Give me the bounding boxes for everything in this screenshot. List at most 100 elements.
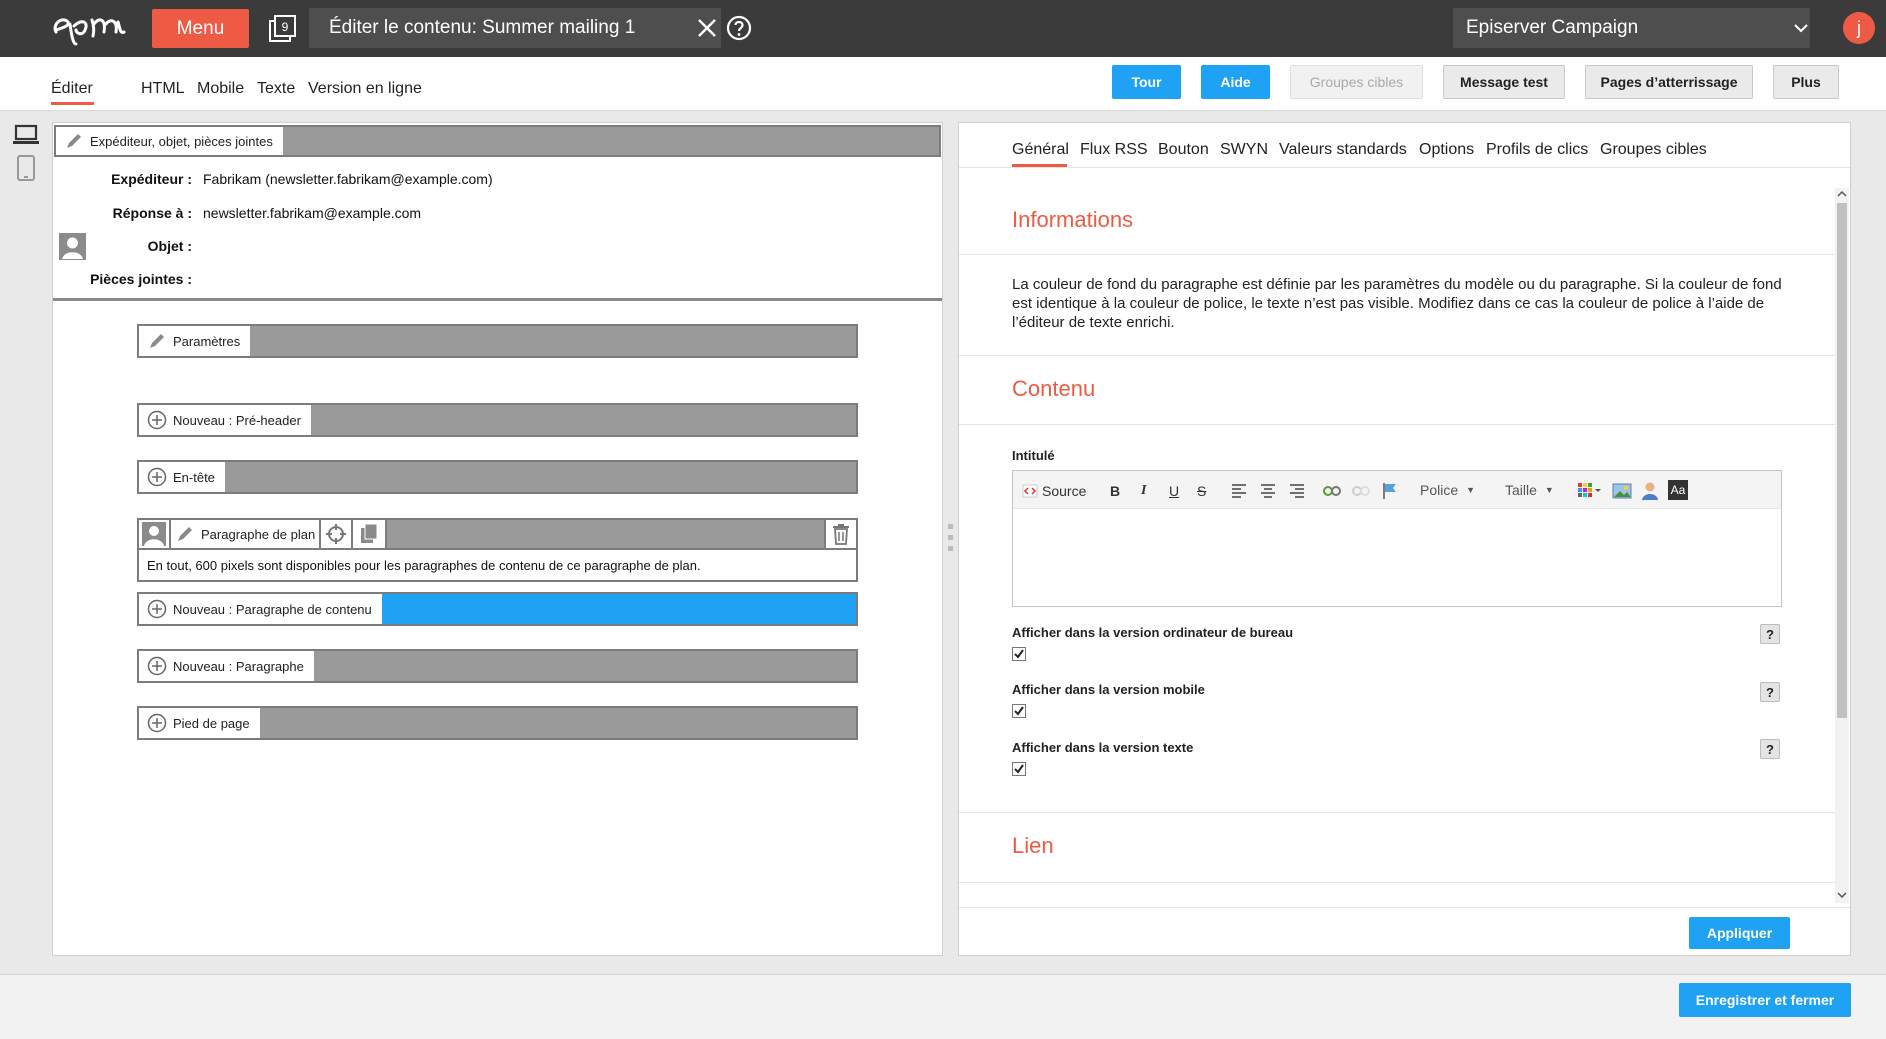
unlink-icon[interactable] xyxy=(1352,483,1370,499)
mode-tab-html[interactable]: HTML xyxy=(141,80,185,98)
section-divider xyxy=(959,424,1835,425)
scrollbar-thumb[interactable] xyxy=(1837,203,1847,718)
caret-down-icon: ▼ xyxy=(1466,485,1476,495)
block-preheader[interactable]: Nouveau : Pré-header xyxy=(137,403,858,437)
personalize-user-icon[interactable] xyxy=(1641,481,1659,501)
rte-font-style-button[interactable]: Aa xyxy=(1668,480,1688,500)
message-test-button[interactable]: Message test xyxy=(1443,65,1565,99)
episerver-logo[interactable] xyxy=(48,10,132,46)
rte-police-label: Police xyxy=(1420,482,1459,498)
plus-button[interactable]: Plus xyxy=(1773,65,1839,99)
checkmark-icon xyxy=(1014,706,1024,716)
rte-italic-button[interactable]: I xyxy=(1141,481,1146,501)
rte-source-button[interactable]: Source xyxy=(1022,481,1086,501)
cb-mobile-checkbox[interactable] xyxy=(1012,704,1026,718)
block-parametres[interactable]: Paramètres xyxy=(137,324,858,358)
pages-atterrissage-button[interactable]: Pages d’atterrissage xyxy=(1585,65,1753,99)
groupes-cibles-button[interactable]: Groupes cibles xyxy=(1290,65,1423,99)
tab-bouton[interactable]: Bouton xyxy=(1158,141,1209,159)
block-preheader-label[interactable]: Nouveau : Pré-header xyxy=(139,405,311,435)
image-icon[interactable] xyxy=(1612,482,1632,500)
cb-desktop-help[interactable]: ? xyxy=(1760,624,1780,644)
apply-button[interactable]: Appliquer xyxy=(1689,917,1790,949)
rte-bold-button[interactable]: B xyxy=(1110,481,1120,501)
menu-button[interactable]: Menu xyxy=(152,9,249,48)
rte-taille-label: Taille xyxy=(1505,482,1537,498)
plan-delete[interactable] xyxy=(824,520,856,548)
tour-button[interactable]: Tour xyxy=(1112,65,1181,99)
save-and-close-button[interactable]: Enregistrer et fermer xyxy=(1679,983,1851,1017)
header-settings-bar[interactable]: Expéditeur, objet, pièces jointes xyxy=(54,125,941,157)
scroll-down-icon[interactable] xyxy=(1836,889,1848,901)
block-paragraphe-label[interactable]: Nouveau : Paragraphe xyxy=(139,651,314,681)
block-parametres-label[interactable]: Paramètres xyxy=(139,326,251,356)
block-preheader-title: Nouveau : Pré-header xyxy=(173,412,301,428)
cb-desktop-label: Afficher dans la version ordinateur de b… xyxy=(1012,625,1294,640)
block-entete-label[interactable]: En-tête xyxy=(139,462,225,492)
mode-tab-mobile[interactable]: Mobile xyxy=(197,80,244,98)
link-icon[interactable] xyxy=(1323,483,1341,499)
intitule-label: Intitulé xyxy=(1012,448,1055,463)
plan-label[interactable]: Paragraphe de plan xyxy=(171,520,321,548)
close-icon[interactable] xyxy=(694,15,720,41)
tasks-count: 9 xyxy=(282,20,289,34)
tasks-icon[interactable]: 9 xyxy=(268,14,298,44)
plan-target[interactable] xyxy=(321,520,353,548)
rte-source-label: Source xyxy=(1042,483,1087,499)
cb-text-label: Afficher dans la version texte xyxy=(1012,740,1194,755)
cb-text-help[interactable]: ? xyxy=(1760,739,1780,759)
tab-groupes-cibles[interactable]: Groupes cibles xyxy=(1600,141,1707,159)
tab-swyn[interactable]: SWYN xyxy=(1220,141,1268,159)
mode-tab-version-en-ligne[interactable]: Version en ligne xyxy=(308,80,422,98)
cb-mobile-help[interactable]: ? xyxy=(1760,682,1780,702)
header-settings-label[interactable]: Expéditeur, objet, pièces jointes xyxy=(56,127,283,155)
align-left-icon[interactable] xyxy=(1231,484,1247,498)
block-pied-de-page[interactable]: Pied de page xyxy=(137,706,858,740)
user-avatar[interactable]: j xyxy=(1843,12,1875,44)
header-settings-title: Expéditeur, objet, pièces jointes xyxy=(90,133,273,149)
splitter-handle[interactable] xyxy=(947,522,955,554)
mode-tab-editer[interactable]: Éditer xyxy=(51,80,93,98)
plus-circle-icon xyxy=(147,467,167,487)
rte-taille-select[interactable]: Taille ▼ xyxy=(1497,477,1563,503)
tab-general[interactable]: Général xyxy=(1012,141,1069,159)
tab-valeurs-standards[interactable]: Valeurs standards xyxy=(1279,141,1407,159)
reponse-label: Réponse à : xyxy=(112,205,192,221)
align-center-icon[interactable] xyxy=(1260,484,1276,498)
mode-tab-texte[interactable]: Texte xyxy=(257,80,295,98)
cb-text-checkbox[interactable] xyxy=(1012,762,1026,776)
aide-button[interactable]: Aide xyxy=(1201,65,1270,99)
pencil-icon xyxy=(178,527,192,541)
rte-police-select[interactable]: Police ▼ xyxy=(1412,477,1488,503)
info-text: La couleur de fond du paragraphe est déf… xyxy=(1012,276,1782,331)
align-right-icon[interactable] xyxy=(1289,484,1305,498)
block-contenu-label[interactable]: Nouveau : Paragraphe de contenu xyxy=(139,594,382,624)
scroll-up-icon[interactable] xyxy=(1836,188,1848,200)
pieces-jointes-label: Pièces jointes : xyxy=(90,271,192,287)
mobile-view-icon[interactable] xyxy=(16,154,36,182)
pencil-icon xyxy=(67,134,81,148)
color-picker-icon[interactable] xyxy=(1577,482,1603,498)
section-divider xyxy=(959,882,1835,883)
account-select[interactable]: Episerver Campaign xyxy=(1453,8,1810,48)
plan-info-text: En tout, 600 pixels sont disponibles pou… xyxy=(147,558,701,573)
tab-profils-de-clics[interactable]: Profils de clics xyxy=(1486,141,1588,159)
plan-copy[interactable] xyxy=(353,520,387,548)
block-pied-label[interactable]: Pied de page xyxy=(139,708,260,738)
cb-mobile-label: Afficher dans la version mobile xyxy=(1012,682,1205,697)
rte-strike-button[interactable]: S xyxy=(1197,481,1206,501)
block-paragraphe[interactable]: Nouveau : Paragraphe xyxy=(137,649,858,683)
help-icon[interactable] xyxy=(726,15,752,41)
block-entete[interactable]: En-tête xyxy=(137,460,858,494)
block-paragraphe-de-contenu[interactable]: Nouveau : Paragraphe de contenu xyxy=(137,592,858,626)
desktop-view-icon[interactable] xyxy=(12,124,40,146)
plan-personalization[interactable] xyxy=(139,520,171,548)
section-divider xyxy=(959,254,1835,255)
plan-title: Paragraphe de plan xyxy=(201,526,316,542)
cb-desktop-checkbox[interactable] xyxy=(1012,647,1026,661)
tab-options[interactable]: Options xyxy=(1419,141,1474,159)
anchor-flag-icon[interactable] xyxy=(1382,482,1398,500)
rte-underline-button[interactable]: U xyxy=(1169,481,1179,501)
tab-flux-rss[interactable]: Flux RSS xyxy=(1080,141,1148,159)
block-paragraphe-de-plan[interactable]: Paragraphe de plan En tout, 600 pixels s… xyxy=(137,518,858,582)
